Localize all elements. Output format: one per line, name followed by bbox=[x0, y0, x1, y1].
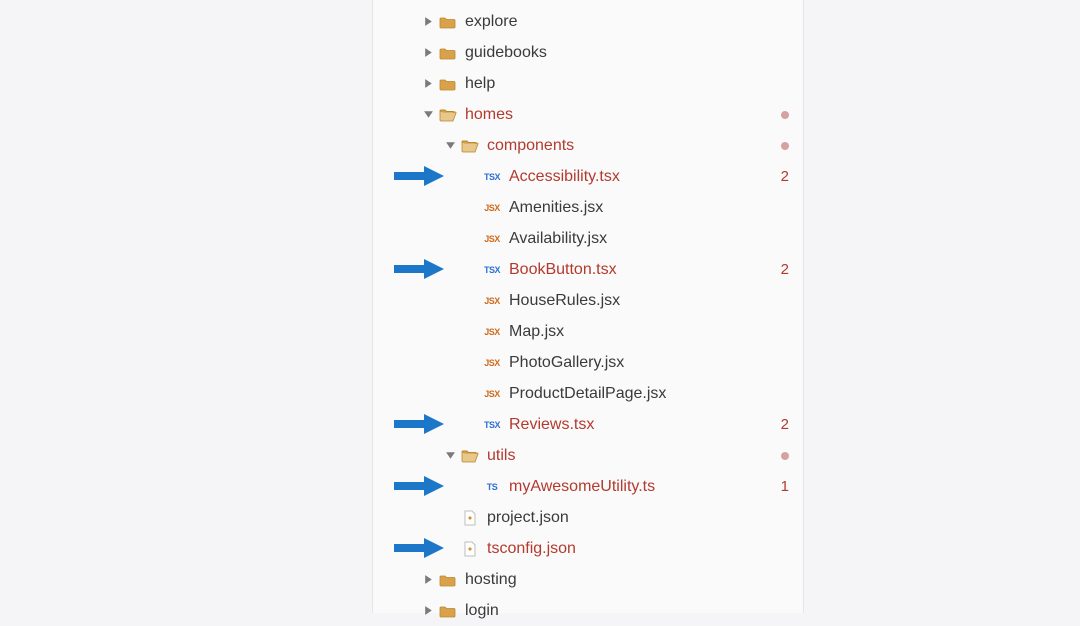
folder-icon bbox=[439, 14, 457, 30]
tree-item-label: guidebooks bbox=[465, 44, 789, 62]
problems-count-badge: 2 bbox=[781, 168, 789, 185]
tree-folder[interactable]: login bbox=[373, 595, 803, 626]
jsx-file-icon: JSX bbox=[483, 324, 501, 340]
tsx-file-icon: TSX bbox=[483, 417, 501, 433]
tree-item-label: HouseRules.jsx bbox=[509, 292, 789, 310]
problems-count-badge: 1 bbox=[781, 478, 789, 495]
folder-open-icon bbox=[461, 138, 479, 154]
tree-file[interactable]: JSX Availability.jsx bbox=[373, 223, 803, 254]
tree-folder[interactable]: guidebooks bbox=[373, 37, 803, 68]
jsx-file-icon: JSX bbox=[483, 386, 501, 402]
file-type-badge: JSX bbox=[483, 234, 501, 244]
tree-folder[interactable]: hosting bbox=[373, 564, 803, 595]
tree-folder[interactable]: help bbox=[373, 68, 803, 99]
tree-file[interactable]: JSX PhotoGallery.jsx bbox=[373, 347, 803, 378]
folder-open-icon bbox=[439, 107, 457, 123]
tree-item-label: homes bbox=[465, 106, 775, 124]
chevron-right-icon[interactable] bbox=[423, 47, 434, 58]
file-type-badge: JSX bbox=[483, 327, 501, 337]
twisty-spacer bbox=[467, 388, 478, 399]
file-type-badge: TS bbox=[483, 482, 501, 492]
folder-icon bbox=[439, 572, 457, 588]
jsx-file-icon: JSX bbox=[483, 231, 501, 247]
file-type-badge: JSX bbox=[483, 358, 501, 368]
chevron-right-icon[interactable] bbox=[423, 78, 434, 89]
file-type-badge: TSX bbox=[483, 420, 501, 430]
tsx-file-icon: TSX bbox=[483, 262, 501, 278]
problems-count-badge: 2 bbox=[781, 416, 789, 433]
chevron-right-icon[interactable] bbox=[423, 605, 434, 616]
twisty-spacer bbox=[467, 481, 478, 492]
jsx-file-icon: JSX bbox=[483, 355, 501, 371]
twisty-spacer bbox=[467, 171, 478, 182]
twisty-spacer bbox=[467, 264, 478, 275]
tree-folder[interactable]: explore bbox=[373, 6, 803, 37]
modified-dot-icon bbox=[781, 137, 789, 154]
file-type-badge: JSX bbox=[483, 296, 501, 306]
twisty-spacer bbox=[467, 233, 478, 244]
tree-item-label: PhotoGallery.jsx bbox=[509, 354, 789, 372]
tree-file[interactable]: JSX ProductDetailPage.jsx bbox=[373, 378, 803, 409]
tree-folder[interactable]: homes bbox=[373, 99, 803, 130]
folder-icon bbox=[439, 603, 457, 619]
file-explorer-panel[interactable]: explore guidebooks help homes components TSX A… bbox=[372, 0, 804, 613]
tree-item-label: hosting bbox=[465, 571, 789, 589]
tree-item-label: components bbox=[487, 137, 775, 155]
chevron-right-icon[interactable] bbox=[423, 16, 434, 27]
tree-item-label: ProductDetailPage.jsx bbox=[509, 385, 789, 403]
tree-item-label: project.json bbox=[487, 509, 789, 527]
folder-icon bbox=[439, 45, 457, 61]
json-file-icon bbox=[461, 510, 479, 526]
twisty-spacer bbox=[467, 419, 478, 430]
chevron-down-icon[interactable] bbox=[423, 109, 434, 120]
file-tree: explore guidebooks help homes components TSX A… bbox=[373, 0, 803, 626]
twisty-spacer bbox=[445, 543, 456, 554]
tree-item-label: Availability.jsx bbox=[509, 230, 789, 248]
chevron-down-icon[interactable] bbox=[445, 140, 456, 151]
tree-file[interactable]: TS myAwesomeUtility.ts 1 bbox=[373, 471, 803, 502]
tree-item-label: explore bbox=[465, 13, 789, 31]
tree-item-label: BookButton.tsx bbox=[509, 261, 775, 279]
file-type-badge: TSX bbox=[483, 265, 501, 275]
tree-file[interactable]: project.json bbox=[373, 502, 803, 533]
problems-count-badge: 2 bbox=[781, 261, 789, 278]
folder-icon bbox=[439, 76, 457, 92]
chevron-down-icon[interactable] bbox=[445, 450, 456, 461]
ts-file-icon: TS bbox=[483, 479, 501, 495]
folder-open-icon bbox=[461, 448, 479, 464]
json-file-icon bbox=[461, 541, 479, 557]
twisty-spacer bbox=[467, 357, 478, 368]
jsx-file-icon: JSX bbox=[483, 200, 501, 216]
tree-item-label: Amenities.jsx bbox=[509, 199, 789, 217]
tree-item-label: Map.jsx bbox=[509, 323, 789, 341]
tree-item-label: utils bbox=[487, 447, 775, 465]
tree-item-label: login bbox=[465, 602, 789, 620]
tree-file[interactable]: TSX Reviews.tsx 2 bbox=[373, 409, 803, 440]
tree-folder[interactable]: utils bbox=[373, 440, 803, 471]
tree-item-label: Accessibility.tsx bbox=[509, 168, 775, 186]
tree-item-label: Reviews.tsx bbox=[509, 416, 775, 434]
twisty-spacer bbox=[467, 202, 478, 213]
chevron-right-icon[interactable] bbox=[423, 574, 434, 585]
twisty-spacer bbox=[467, 326, 478, 337]
tree-file[interactable]: JSX Map.jsx bbox=[373, 316, 803, 347]
tree-file[interactable]: JSX HouseRules.jsx bbox=[373, 285, 803, 316]
tsx-file-icon: TSX bbox=[483, 169, 501, 185]
tree-item-label: tsconfig.json bbox=[487, 540, 789, 558]
tree-file[interactable]: tsconfig.json bbox=[373, 533, 803, 564]
jsx-file-icon: JSX bbox=[483, 293, 501, 309]
tree-file[interactable]: JSX Amenities.jsx bbox=[373, 192, 803, 223]
file-type-badge: JSX bbox=[483, 203, 501, 213]
tree-folder[interactable]: components bbox=[373, 130, 803, 161]
file-type-badge: JSX bbox=[483, 389, 501, 399]
tree-item-label: myAwesomeUtility.ts bbox=[509, 478, 775, 496]
twisty-spacer bbox=[445, 512, 456, 523]
tree-file[interactable]: TSX Accessibility.tsx 2 bbox=[373, 161, 803, 192]
twisty-spacer bbox=[467, 295, 478, 306]
file-type-badge: TSX bbox=[483, 172, 501, 182]
tree-file[interactable]: TSX BookButton.tsx 2 bbox=[373, 254, 803, 285]
tree-item-label: help bbox=[465, 75, 789, 93]
modified-dot-icon bbox=[781, 447, 789, 464]
modified-dot-icon bbox=[781, 106, 789, 123]
